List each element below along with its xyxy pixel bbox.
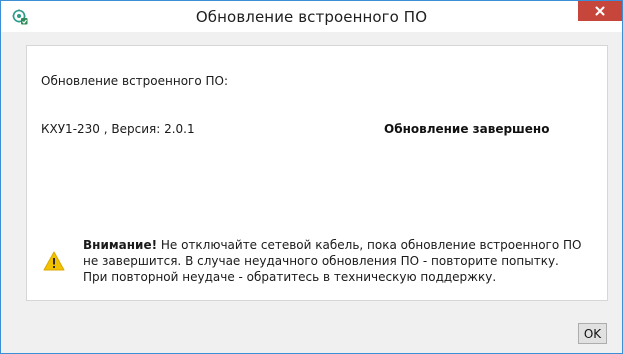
panel-heading: Обновление встроенного ПО: (41, 74, 229, 88)
warning-body: Не отключайте сетевой кабель, пока обнов… (83, 238, 582, 284)
close-button[interactable] (578, 1, 622, 21)
window-title: Обновление встроенного ПО (195, 8, 428, 26)
warning-message: Внимание! Не отключайте сетевой кабель, … (83, 237, 583, 285)
update-info-panel: Обновление встроенного ПО: КХУ1-230 , Ве… (26, 45, 608, 301)
ok-button[interactable]: OK (578, 323, 607, 344)
device-name-version: КХУ1-230 , Версия: 2.0.1 (41, 122, 195, 136)
update-status: Обновление завершено (384, 122, 550, 136)
firmware-update-dialog: Обновление встроенного ПО Обновление вст… (0, 0, 623, 354)
warning-label: Внимание! (83, 238, 158, 252)
warning-icon (43, 251, 65, 271)
close-icon (595, 6, 605, 16)
title-bar[interactable]: Обновление встроенного ПО (1, 1, 622, 32)
